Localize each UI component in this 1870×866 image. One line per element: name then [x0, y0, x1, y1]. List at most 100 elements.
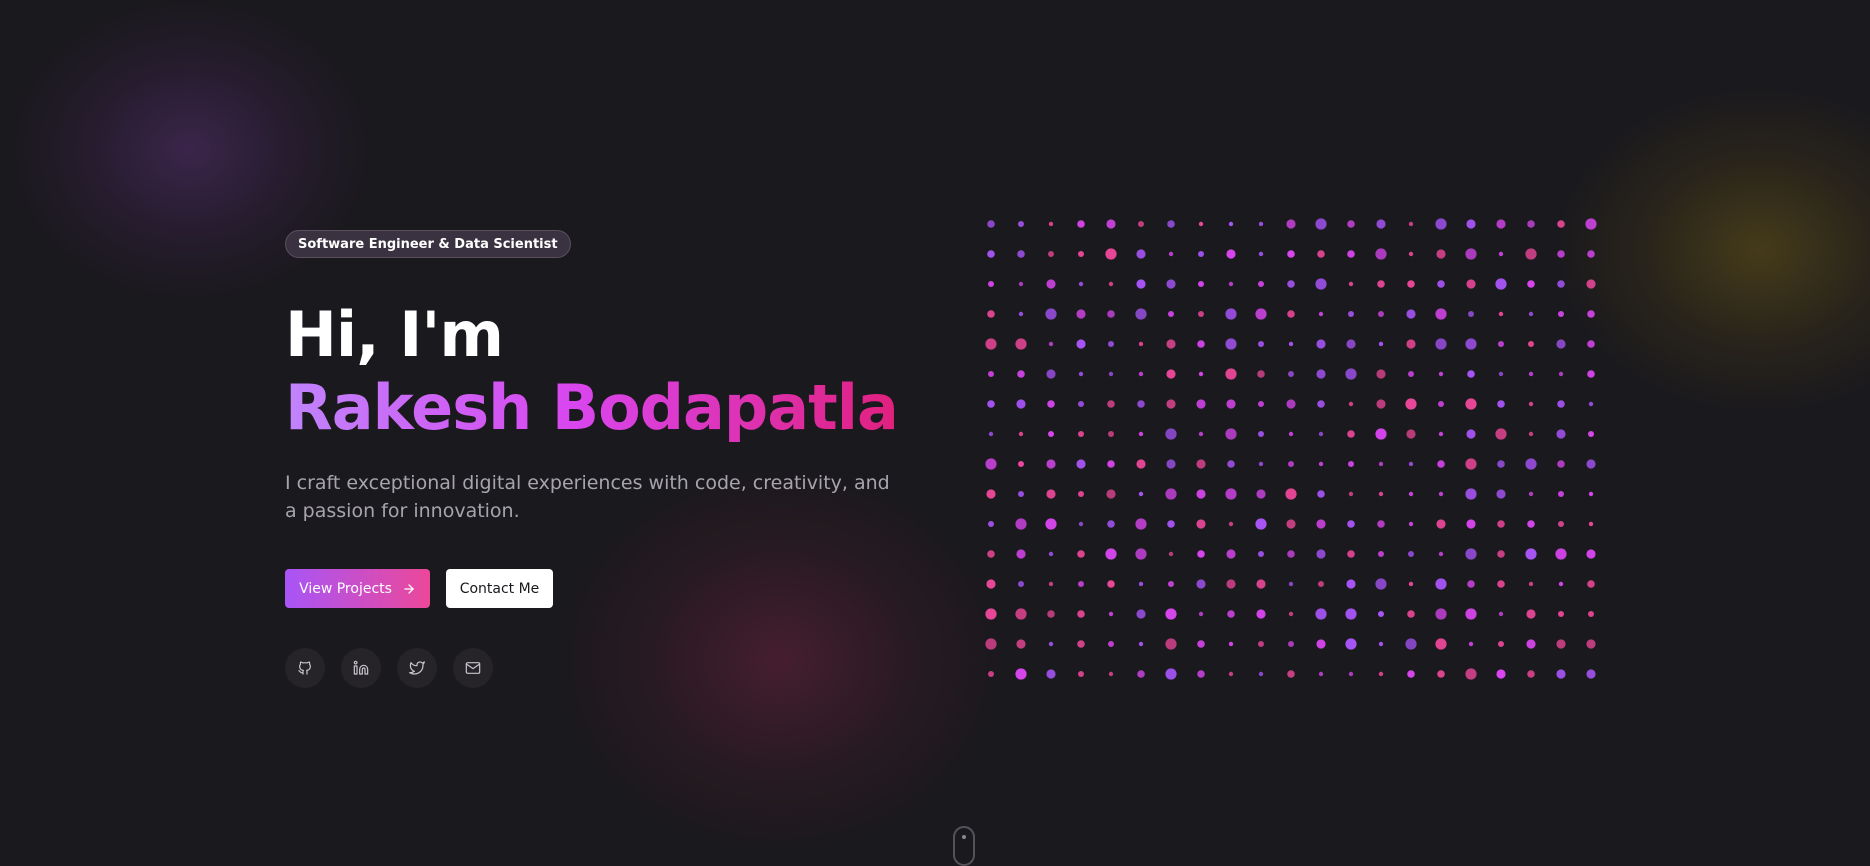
- pattern-dot: [1587, 310, 1595, 318]
- pattern-dot: [1108, 431, 1114, 437]
- view-projects-button[interactable]: View Projects: [285, 569, 430, 608]
- pattern-dot: [1105, 248, 1117, 260]
- pattern-dot: [1348, 671, 1354, 677]
- pattern-dot: [1048, 431, 1054, 437]
- pattern-dot: [1438, 371, 1444, 377]
- pattern-dot: [1018, 461, 1024, 467]
- pattern-dot: [1255, 308, 1267, 320]
- pattern-dot: [1346, 579, 1356, 589]
- view-projects-label: View Projects: [299, 580, 392, 597]
- pattern-dot: [1196, 489, 1206, 499]
- pattern-dot: [1078, 581, 1084, 587]
- twitter-link[interactable]: [397, 648, 437, 688]
- pattern-dot: [1258, 461, 1264, 467]
- pattern-dot: [1318, 671, 1324, 677]
- pattern-dot: [1528, 311, 1534, 317]
- pattern-dot: [1378, 341, 1384, 347]
- pattern-dot: [1495, 428, 1507, 440]
- pattern-dot: [1078, 371, 1084, 377]
- pattern-dot: [985, 458, 997, 470]
- email-link[interactable]: [453, 648, 493, 688]
- pattern-dot: [1196, 519, 1206, 529]
- pattern-dot: [1588, 431, 1594, 437]
- scroll-mouse-icon: [953, 826, 975, 866]
- pattern-dot: [1015, 338, 1027, 350]
- pattern-dot: [1076, 459, 1086, 469]
- pattern-dot: [1286, 519, 1296, 529]
- pattern-dot: [1345, 368, 1357, 380]
- pattern-dot: [1078, 431, 1084, 437]
- pattern-dot: [1226, 399, 1236, 409]
- contact-me-button[interactable]: Contact Me: [446, 569, 553, 608]
- hero-greeting: Hi, I'm: [285, 298, 504, 371]
- pattern-dot: [1287, 280, 1295, 288]
- pattern-dot: [1557, 460, 1565, 468]
- pattern-dot: [1196, 399, 1206, 409]
- scroll-wheel: [962, 835, 966, 839]
- pattern-dot: [1376, 399, 1386, 409]
- pattern-dot: [1288, 641, 1294, 647]
- pattern-dot: [1197, 550, 1205, 558]
- pattern-dot: [1347, 520, 1355, 528]
- pattern-dot: [1405, 398, 1417, 410]
- pattern-dot: [1046, 489, 1056, 499]
- pattern-dot: [1466, 279, 1476, 289]
- pattern-dot: [1316, 369, 1326, 379]
- pattern-dot: [1556, 429, 1566, 439]
- pattern-dot: [1468, 641, 1474, 647]
- pattern-dot: [1198, 221, 1204, 227]
- pattern-dot: [1258, 281, 1264, 287]
- pattern-dot: [1077, 220, 1085, 228]
- linkedin-link[interactable]: [341, 648, 381, 688]
- pattern-dot: [1588, 521, 1594, 527]
- pattern-dot: [1256, 609, 1266, 619]
- pattern-dot: [1438, 551, 1444, 557]
- pattern-dot: [1107, 310, 1115, 318]
- pattern-dot: [1557, 250, 1565, 258]
- pattern-dot: [1078, 491, 1084, 497]
- pattern-dot: [1345, 638, 1357, 650]
- pattern-dot: [1258, 431, 1264, 437]
- pattern-dot: [1345, 608, 1357, 620]
- pattern-dot: [1137, 670, 1145, 678]
- pattern-dot: [1497, 520, 1505, 528]
- pattern-dot: [986, 579, 996, 589]
- pattern-dot: [1107, 580, 1115, 588]
- pattern-dot: [1166, 399, 1176, 409]
- pattern-dot: [1587, 340, 1595, 348]
- pattern-dot: [1315, 218, 1327, 230]
- pattern-dot: [987, 310, 995, 318]
- pattern-dot: [1078, 281, 1084, 287]
- pattern-dot: [1135, 548, 1147, 560]
- pattern-dot: [1228, 281, 1234, 287]
- pattern-dot: [1165, 638, 1177, 650]
- dot-grid-pattern: [985, 218, 1597, 680]
- pattern-dot: [1317, 400, 1325, 408]
- pattern-dot: [1558, 581, 1564, 587]
- pattern-dot: [1018, 581, 1024, 587]
- pattern-dot: [1136, 249, 1146, 259]
- pattern-dot: [1228, 671, 1234, 677]
- pattern-dot: [1465, 248, 1477, 260]
- pattern-dot: [1226, 249, 1236, 259]
- pattern-dot: [1228, 641, 1234, 647]
- pattern-dot: [1528, 581, 1534, 587]
- pattern-dot: [1465, 608, 1477, 620]
- pattern-dot: [1527, 520, 1535, 528]
- pattern-dot: [1587, 580, 1595, 588]
- pattern-dot: [1438, 401, 1444, 407]
- pattern-dot: [1258, 221, 1264, 227]
- twitter-icon: [409, 660, 425, 676]
- pattern-dot: [1165, 488, 1177, 500]
- pattern-dot: [1108, 671, 1114, 677]
- github-link[interactable]: [285, 648, 325, 688]
- pattern-dot: [1226, 549, 1236, 559]
- pattern-dot: [1527, 280, 1535, 288]
- pattern-dot: [1466, 219, 1476, 229]
- pattern-dot: [1287, 250, 1295, 258]
- pattern-dot: [1048, 581, 1054, 587]
- pattern-dot: [1498, 251, 1504, 257]
- pattern-dot: [1197, 670, 1205, 678]
- pattern-dot: [1198, 251, 1204, 257]
- pattern-dot: [1376, 219, 1386, 229]
